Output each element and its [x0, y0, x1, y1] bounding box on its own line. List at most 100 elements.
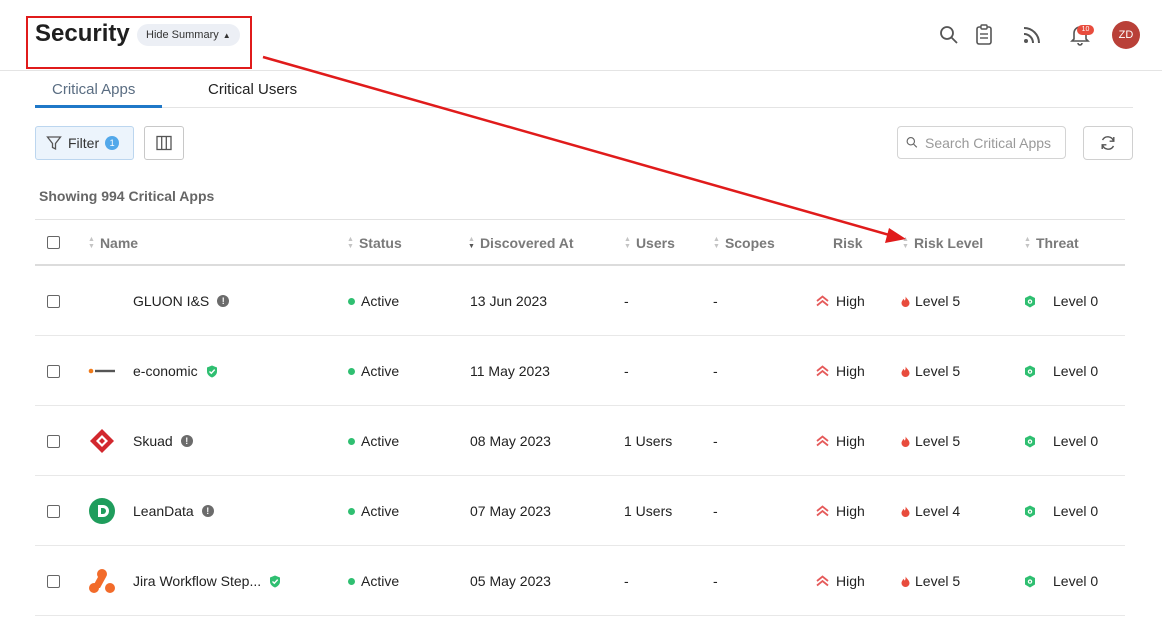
discovered-date: 07 May 2023	[470, 503, 551, 519]
column-header-risk-level[interactable]: ▲ ▼ Risk Level	[902, 235, 983, 251]
info-icon[interactable]: !	[217, 295, 230, 307]
search-icon[interactable]	[936, 22, 962, 48]
scopes-count: -	[713, 363, 718, 379]
column-header-name[interactable]: ▲ ▼ Name	[88, 235, 138, 251]
threat-level-text: Level 0	[1053, 433, 1099, 449]
row-checkbox[interactable]	[47, 364, 60, 378]
tab-critical-apps[interactable]: Critical Apps	[52, 81, 135, 98]
app-name[interactable]: LeanData	[133, 503, 194, 519]
user-avatar[interactable]: ZD	[1112, 21, 1140, 49]
sort-icon: ▲ ▼	[624, 236, 631, 250]
info-icon[interactable]: !	[201, 505, 214, 517]
table-row[interactable]: e-conomic Active 11 May 2023 - - High Level 5 L…	[35, 336, 1125, 406]
risk-high-icon	[816, 365, 829, 377]
threat-shield-icon	[1024, 365, 1036, 378]
threat-shield-icon	[1024, 295, 1036, 308]
risk-high-icon	[816, 295, 829, 307]
risk-text: High	[836, 363, 865, 379]
status-dot	[348, 367, 355, 375]
refresh-icon	[1101, 136, 1115, 150]
verified-shield-icon	[206, 365, 218, 378]
threat-level-text: Level 0	[1053, 573, 1099, 589]
column-header-risk[interactable]: Risk	[833, 235, 863, 251]
annotation-highlight-box	[26, 16, 252, 69]
status-text: Active	[361, 293, 400, 309]
threat-shield-icon	[1024, 435, 1036, 448]
risk-text: High	[836, 433, 865, 449]
result-count-text: Showing 994 Critical Apps	[39, 188, 215, 204]
threat-level-text: Level 0	[1053, 363, 1099, 379]
users-count: 1 Users	[624, 433, 673, 449]
sort-icon: ▲ ▼	[902, 236, 909, 250]
column-header-scopes[interactable]: ▲ ▼ Scopes	[713, 235, 775, 251]
search-box[interactable]	[897, 126, 1066, 159]
risk-text: High	[836, 503, 865, 519]
info-icon[interactable]: !	[180, 435, 193, 447]
column-header-users[interactable]: ▲ ▼ Users	[624, 235, 675, 251]
discovered-date: 11 May 2023	[470, 363, 550, 379]
row-checkbox[interactable]	[47, 504, 60, 518]
app-logo	[87, 496, 117, 526]
discovered-date: 13 Jun 2023	[470, 293, 548, 309]
risk-level-text: Level 5	[915, 573, 961, 589]
scopes-count: -	[713, 503, 718, 519]
status-text: Active	[361, 573, 400, 589]
clipboard-icon[interactable]	[971, 22, 997, 48]
notification-count-badge: 10	[1077, 25, 1094, 35]
table-row[interactable]: Skuad! Active 08 May 2023 1 Users - High Level…	[35, 406, 1125, 476]
table-row[interactable]: LeanData! Active 07 May 2023 1 Users - High Le…	[35, 476, 1125, 546]
filter-button[interactable]: Filter 1	[35, 126, 134, 160]
top-bar: Security Hide Summary ▲ 10 ZD	[0, 0, 1162, 71]
sort-icon: ▲ ▼	[713, 236, 720, 250]
risk-high-icon	[816, 435, 829, 447]
app-name[interactable]: e-conomic	[133, 363, 198, 379]
fire-icon	[901, 576, 910, 587]
select-all-cell	[47, 220, 60, 265]
risk-high-icon	[816, 505, 829, 517]
discovered-date: 08 May 2023	[470, 433, 551, 449]
column-header-status[interactable]: ▲ ▼ Status	[347, 235, 402, 251]
select-all-checkbox[interactable]	[47, 236, 60, 249]
app-name[interactable]: Jira Workflow Step...	[133, 573, 261, 589]
tab-critical-users[interactable]: Critical Users	[208, 81, 297, 98]
app-logo	[87, 356, 117, 386]
sort-icon: ▲ ▼	[1024, 236, 1031, 250]
sort-desc-icon: ▲ ▼	[468, 236, 475, 250]
app-name[interactable]: Skuad	[133, 433, 173, 449]
users-count: -	[624, 293, 629, 309]
discovered-date: 05 May 2023	[470, 573, 551, 589]
column-header-threat[interactable]: ▲ ▼ Threat	[1024, 235, 1079, 251]
status-text: Active	[361, 503, 400, 519]
search-input[interactable]	[925, 134, 1065, 151]
risk-level-text: Level 4	[915, 503, 961, 519]
app-logo	[87, 286, 117, 316]
fire-icon	[901, 506, 910, 517]
column-header-discovered-at[interactable]: ▲ ▼ Discovered At	[468, 235, 574, 251]
status-text: Active	[361, 363, 400, 379]
threat-level-text: Level 0	[1053, 293, 1099, 309]
status-dot	[348, 297, 355, 305]
rss-feed-icon[interactable]	[1019, 22, 1045, 48]
row-checkbox[interactable]	[47, 574, 60, 588]
row-checkbox[interactable]	[47, 434, 60, 448]
table-row[interactable]: Jira Workflow Step... Active 05 May 2023 - -…	[35, 546, 1125, 616]
active-tab-indicator	[35, 105, 162, 108]
critical-apps-table: ▲ ▼ Name ▲ ▼ Status ▲ ▼ Discovered At ▲ ▼ Us…	[35, 219, 1125, 616]
filter-label: Filter	[68, 135, 100, 151]
status-dot	[348, 437, 355, 445]
columns-toggle-button[interactable]	[144, 126, 184, 160]
users-count: -	[624, 363, 629, 379]
table-header: ▲ ▼ Name ▲ ▼ Status ▲ ▼ Discovered At ▲ ▼ Us…	[35, 219, 1125, 266]
status-dot	[348, 577, 355, 585]
verified-shield-icon	[269, 575, 281, 588]
risk-level-text: Level 5	[915, 363, 961, 379]
risk-level-text: Level 5	[915, 433, 961, 449]
users-count: -	[624, 573, 629, 589]
app-name[interactable]: GLUON I&S	[133, 293, 209, 309]
row-checkbox[interactable]	[47, 294, 60, 308]
app-logo	[87, 426, 117, 456]
table-row[interactable]: GLUON I&S! Active 13 Jun 2023 - - High Level 5…	[35, 266, 1125, 336]
risk-high-icon	[816, 575, 829, 587]
refresh-button[interactable]	[1083, 126, 1133, 160]
status-dot	[348, 507, 355, 515]
